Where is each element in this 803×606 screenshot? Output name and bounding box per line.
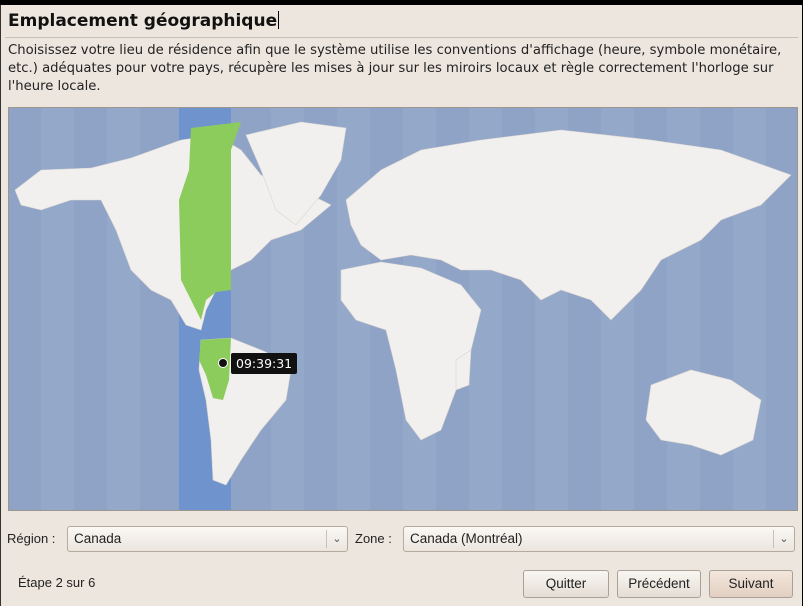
- next-button[interactable]: Suivant: [709, 570, 793, 598]
- region-label: Région :: [7, 531, 56, 546]
- location-marker[interactable]: [218, 358, 228, 368]
- quit-button[interactable]: Quitter: [523, 570, 609, 598]
- text-caret: [278, 11, 280, 29]
- previous-button[interactable]: Précédent: [617, 570, 701, 598]
- page-title-text: Emplacement géographique: [8, 11, 278, 31]
- chevron-down-icon: ⌄: [326, 530, 347, 548]
- zone-value: Canada (Montréal): [410, 531, 523, 546]
- region-value: Canada: [74, 531, 122, 546]
- world-map[interactable]: [9, 108, 797, 510]
- chevron-down-icon: ⌄: [773, 530, 794, 548]
- title-divider: [5, 37, 798, 38]
- step-indicator: Étape 2 sur 6: [18, 575, 96, 590]
- zone-label: Zone :: [355, 531, 392, 546]
- zone-select[interactable]: Canada (Montréal) ⌄: [403, 526, 795, 552]
- page-title: Emplacement géographique: [8, 11, 280, 31]
- installer-window: Emplacement géographique Choisissez votr…: [0, 5, 802, 606]
- description: Choisissez votre lieu de résidence afin …: [8, 43, 782, 94]
- time-tooltip: 09:39:31: [231, 353, 298, 374]
- timezone-map[interactable]: 09:39:31: [8, 107, 798, 511]
- region-select[interactable]: Canada ⌄: [67, 526, 348, 552]
